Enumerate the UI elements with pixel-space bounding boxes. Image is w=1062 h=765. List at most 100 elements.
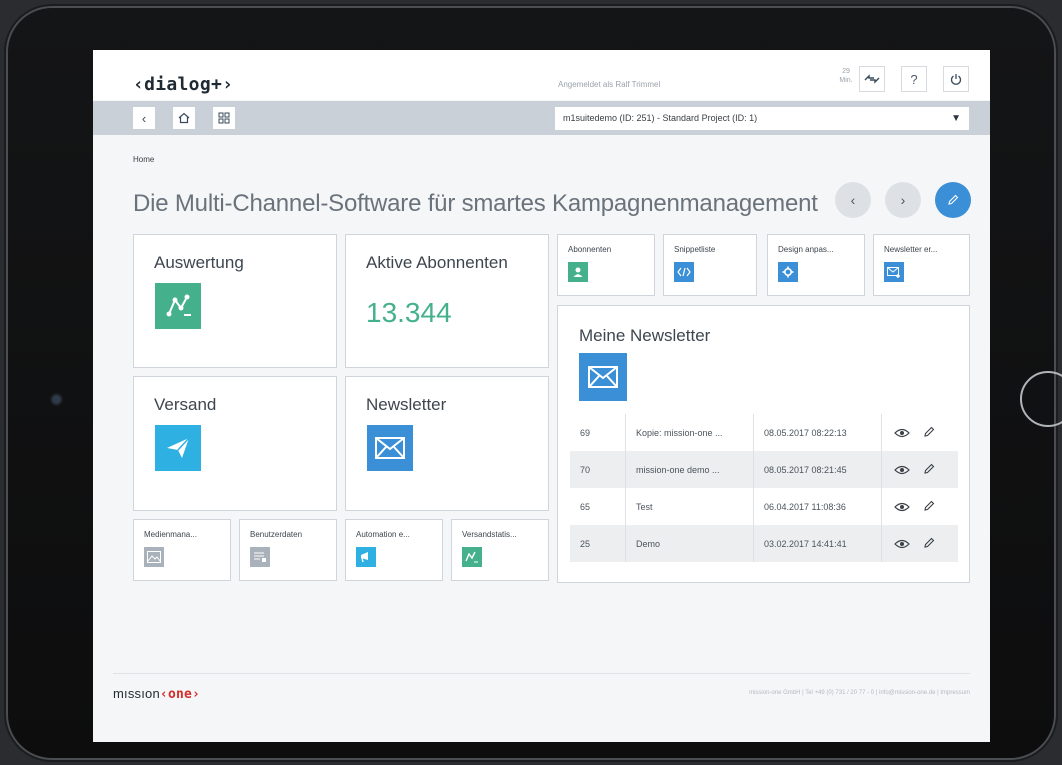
small-tile-label: Automation e... [356,530,410,539]
small-tile-label: Benutzerdaten [250,530,303,539]
breadcrumb[interactable]: Home [133,155,154,164]
newsletter-table: 69 Kopie: mission-one ... 08.05.2017 08:… [570,414,958,562]
tile-versand[interactable]: Versand [133,376,337,511]
edit-dashboard-button[interactable] [935,182,971,218]
edit-button[interactable] [919,422,939,442]
image-icon [144,547,164,567]
newsletter-date: 06.04.2017 11:08:36 [753,488,882,525]
subscriber-count: 13.344 [366,297,452,328]
tile-title: Versand [154,395,217,414]
small-tile-automation[interactable]: Automation e... [345,519,443,581]
small-tile-benutzerdaten[interactable]: Benutzerdaten [239,519,337,581]
row-actions [881,451,958,488]
footer-contact: mission-one GmbH | Tel +49 (0) 731 / 20 … [749,690,970,696]
edit-button[interactable] [919,533,939,553]
session-timer-unit: Min. [839,77,853,84]
quick-tile-design-anpassen[interactable]: Design anpas... [767,234,865,296]
view-button[interactable] [892,423,912,443]
pencil-icon [923,537,934,548]
project-select-value: m1suitedemo (ID: 251) - Standard Project… [563,113,758,123]
top-bar: ‹dialog+› Angemeldet als Ralf Trimmel 29… [93,50,990,100]
row-actions [881,525,958,562]
quick-tile-abonnenten[interactable]: Abonnenten [557,234,655,296]
tile-title: Aktive Abonnenten [366,253,508,272]
refresh-button[interactable] [859,66,885,92]
view-button[interactable] [892,460,912,480]
pencil-icon [923,463,934,474]
table-row[interactable]: 69 Kopie: mission-one ... 08.05.2017 08:… [570,414,958,451]
home-icon [178,112,190,124]
project-select[interactable]: m1suitedemo (ID: 251) - Standard Project… [555,107,969,130]
row-actions [882,488,959,525]
eye-icon [894,502,910,512]
gear-icon [778,262,798,282]
row-actions [882,414,959,451]
eye-icon [894,539,910,549]
user-data-icon [250,547,270,567]
apps-button[interactable] [213,107,235,129]
back-button[interactable]: ‹ [133,107,155,129]
tile-aktive-abonnenten[interactable]: Aktive Abonnenten 13.344 [345,234,549,368]
eye-icon [894,465,910,475]
table-row[interactable]: 65 Test 06.04.2017 11:08:36 [570,488,958,525]
quick-tile-newsletter-erstellen[interactable]: Newsletter er... [873,234,970,296]
view-button[interactable] [892,534,912,554]
help-button[interactable]: ? [901,66,927,92]
view-button[interactable] [892,497,912,517]
newsletter-id: 69 [570,414,626,451]
quick-tile-label: Newsletter er... [884,245,938,254]
code-icon [674,262,694,282]
newsletter-date: 03.02.2017 14:41:41 [753,525,882,562]
tile-newsletter[interactable]: Newsletter [345,376,549,511]
newsletter-id: 25 [570,525,626,562]
logged-in-user: Angemeldet als Ralf Trimmel [558,80,661,89]
person-icon [568,262,588,282]
footer-logo-brand: ‹one› [159,687,201,702]
prev-button[interactable]: ‹ [835,182,871,218]
edit-button[interactable] [919,496,939,516]
session-timer-value: 29 [842,68,850,75]
edit-button[interactable] [919,459,939,479]
quick-tile-snippetliste[interactable]: Snippetliste [663,234,757,296]
newsletter-date: 08.05.2017 08:22:13 [753,414,882,451]
app-logo[interactable]: ‹dialog+› [133,74,233,95]
table-row[interactable]: 25 Demo 03.02.2017 14:41:41 [570,525,958,562]
grid-icon [218,112,230,124]
small-tile-label: Versandstatis... [462,530,517,539]
statistics-icon [462,547,482,567]
newsletter-name[interactable]: Kopie: mission-one ... [625,414,754,451]
newsletter-id: 70 [570,451,626,488]
newsletter-name[interactable]: mission-one demo ... [625,451,754,488]
small-tile-medienmanagement[interactable]: Medienmana... [133,519,231,581]
newsletter-name[interactable]: Test [625,488,754,525]
help-icon: ? [910,71,918,87]
quick-tile-label: Snippetliste [674,245,716,254]
tile-title: Auswertung [154,253,244,272]
tablet-home-button [1020,371,1062,427]
panel-meine-newsletter: Meine Newsletter 69 Kopie: mission-one .… [557,305,970,583]
tile-auswertung[interactable]: Auswertung [133,234,337,368]
logout-button[interactable] [943,66,969,92]
quick-tile-label: Abonnenten [568,245,612,254]
envelope-add-icon [884,262,904,282]
app-screen: ‹dialog+› Angemeldet als Ralf Trimmel 29… [93,50,990,742]
small-tile-label: Medienmana... [144,530,197,539]
eye-icon [894,428,910,438]
tablet-device: ‹dialog+› Angemeldet als Ralf Trimmel 29… [8,8,1062,758]
newsletter-id: 65 [570,488,626,525]
footer-logo[interactable]: mıssıon‹one› [113,686,200,702]
newsletter-name[interactable]: Demo [625,525,754,562]
tile-title: Newsletter [366,395,447,414]
page-title: Die Multi-Channel-Software für smartes K… [133,190,818,217]
paper-plane-icon [155,425,201,471]
session-timer: 29 Min. [835,67,857,85]
small-tile-versandstatistik[interactable]: Versandstatis... [451,519,549,581]
next-button[interactable]: › [885,182,921,218]
home-button[interactable] [173,107,195,129]
back-icon: ‹ [141,110,147,126]
nav-bar: ‹ m1suitedemo (ID: 251) - Standard Proje… [93,101,990,135]
table-row[interactable]: 70 mission-one demo ... 08.05.2017 08:21… [570,451,958,488]
analytics-icon [155,283,201,329]
refresh-icon [864,74,880,84]
envelope-icon [579,353,627,401]
